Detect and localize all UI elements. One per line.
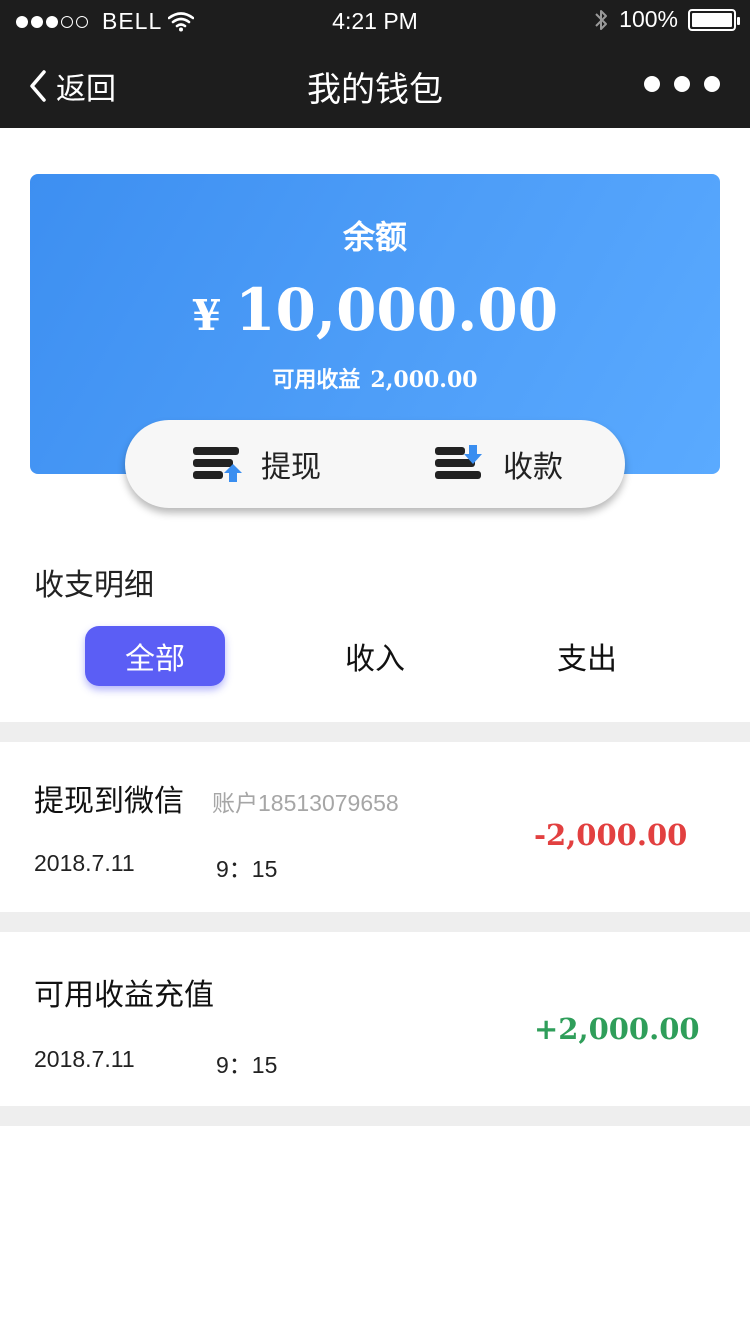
transaction-date: 2018.7.11 — [34, 1046, 135, 1072]
transaction-title: 提现到微信 — [34, 784, 184, 819]
details-section-title: 收支明细 — [34, 568, 154, 603]
tab-all[interactable]: 全部 — [85, 626, 225, 686]
transaction-account: 账户18513079658 — [212, 790, 399, 816]
divider — [0, 1106, 750, 1126]
receive-down-icon — [435, 445, 482, 479]
header: BELL 4:21 PM 100% 返回 我的钱包 — [0, 0, 750, 128]
transaction-amount: +2,000.00 — [534, 1012, 700, 1046]
available-earnings: 可用收益 2,000.00 — [30, 362, 720, 394]
status-bar: BELL 4:21 PM 100% — [0, 0, 750, 44]
battery-percent: 100% — [619, 6, 678, 32]
withdraw-button[interactable]: 提现 — [191, 420, 321, 508]
transaction-item[interactable]: 提现到微信 账户18513079658 2018.7.11 9：15 -2,00… — [0, 742, 750, 912]
transaction-item[interactable]: 可用收益充值 2018.7.11 9：15 +2,000.00 — [0, 932, 750, 1102]
status-right: 100% — [593, 6, 740, 33]
transaction-title: 可用收益充值 — [34, 978, 214, 1013]
bluetooth-icon — [595, 9, 608, 30]
available-earnings-value: 2,000.00 — [370, 367, 478, 393]
balance-value: 10,000.00 — [235, 276, 559, 344]
divider — [0, 722, 750, 742]
receive-button[interactable]: 收款 — [433, 420, 563, 508]
more-dots-icon[interactable] — [644, 76, 720, 92]
balance-amount: ¥10,000.00 — [30, 276, 720, 344]
currency-symbol: ¥ — [191, 291, 222, 340]
transaction-time: 9：15 — [216, 1052, 278, 1078]
transaction-date: 2018.7.11 — [34, 850, 135, 876]
page-title: 我的钱包 — [307, 70, 443, 110]
balance-label: 余额 — [342, 218, 407, 256]
navigation-bar: 返回 我的钱包 — [0, 44, 750, 128]
battery-icon — [688, 8, 740, 31]
receive-label: 收款 — [503, 450, 563, 485]
withdraw-up-icon — [193, 447, 242, 482]
available-earnings-label: 可用收益 — [272, 368, 361, 393]
withdraw-label: 提现 — [261, 450, 321, 485]
transaction-amount: -2,000.00 — [534, 818, 688, 852]
tab-income[interactable]: 收入 — [305, 626, 445, 686]
divider — [0, 912, 750, 932]
wallet-actions: 提现 收款 — [125, 420, 625, 508]
tab-expense[interactable]: 支出 — [517, 626, 657, 686]
transaction-time: 9：15 — [216, 856, 278, 882]
